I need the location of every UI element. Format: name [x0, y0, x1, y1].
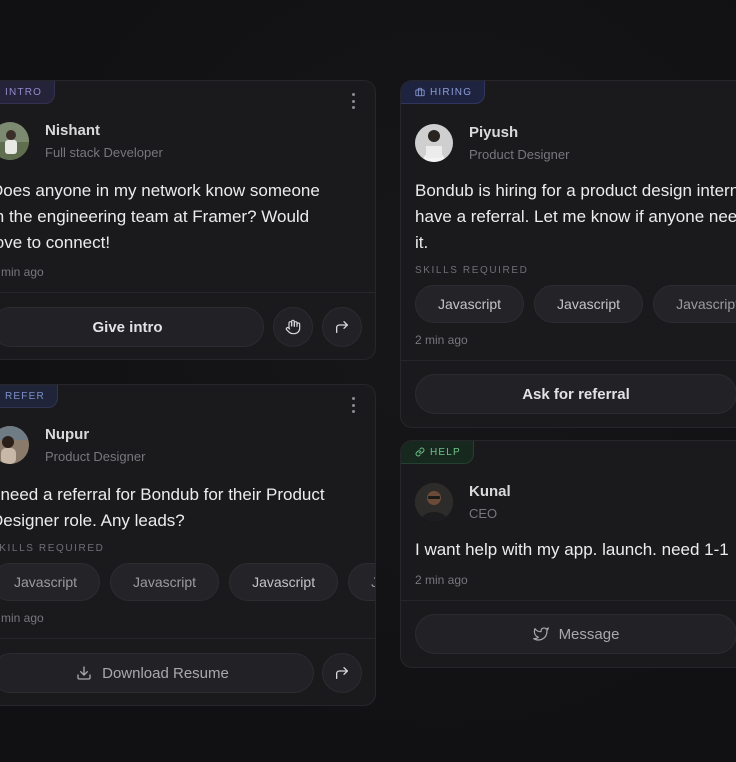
share-button[interactable]: [322, 307, 362, 347]
briefcase-icon: [415, 87, 425, 97]
divider: [401, 360, 736, 361]
share-button[interactable]: [322, 653, 362, 693]
message-label: Message: [558, 625, 620, 643]
give-intro-button[interactable]: Give intro: [0, 307, 264, 347]
divider: [0, 292, 375, 293]
help-author: Kunal CEO: [415, 483, 511, 521]
ask-for-referral-label: Ask for referral: [522, 385, 630, 403]
skill-chip[interactable]: Javascript: [653, 285, 736, 323]
post-timestamp: 2 min ago: [0, 265, 44, 279]
divider: [0, 638, 375, 639]
hiring-author: Piyush Product Designer: [415, 124, 569, 162]
author-role: Product Designer: [45, 449, 146, 464]
intro-card: INTRO Nishant Full stack Developer Does …: [0, 80, 376, 360]
skill-chip[interactable]: Javascript: [110, 563, 220, 601]
avatar[interactable]: [415, 483, 453, 521]
author-role: Full stack Developer: [45, 145, 163, 160]
author-name[interactable]: Nupur: [45, 426, 145, 443]
avatar[interactable]: [0, 426, 29, 464]
skills-label: SKILLS REQUIRED: [415, 265, 529, 276]
skills-list: Javascript Javascript Javascript: [415, 285, 736, 323]
hand-icon: [285, 319, 301, 335]
post-text: Does anyone in my network know someone i…: [0, 178, 320, 256]
avatar[interactable]: [0, 122, 29, 160]
intro-author: Nishant Full stack Developer: [0, 122, 163, 160]
download-resume-button[interactable]: Download Resume: [0, 653, 314, 693]
avatar[interactable]: [415, 124, 453, 162]
skills-label: SKILLS REQUIRED: [0, 543, 105, 554]
hiring-tag-label: HIRING: [430, 86, 473, 98]
post-text: I want help with my app. launch. need 1-…: [415, 537, 729, 563]
divider: [401, 600, 736, 601]
post-line: have a referral. Let me know if anyone n…: [415, 207, 736, 226]
post-text: I need a referral for Bondub for their P…: [0, 482, 325, 534]
refer-card: REFER Nupur Product Designer I need a re…: [0, 384, 376, 706]
hiring-tag: HIRING: [401, 81, 486, 104]
author-name[interactable]: Kunal: [469, 483, 511, 500]
post-line: in the engineering team at Framer? Would: [0, 207, 310, 226]
post-line: Bondub is hiring for a product design in…: [415, 181, 736, 200]
hiring-card: HIRING Piyush Product Designer Bondub is…: [400, 80, 736, 428]
post-line: Designer role. Any leads?: [0, 511, 185, 530]
author-name[interactable]: Piyush: [469, 124, 569, 141]
skill-chip[interactable]: Javascript: [0, 563, 101, 601]
author-role: CEO: [469, 506, 498, 521]
help-card: HELP Kunal CEO I want help with my app. …: [400, 440, 736, 668]
post-line: love to connect!: [0, 233, 111, 252]
refer-tag: REFER: [0, 385, 58, 408]
link-icon: [415, 447, 425, 457]
more-options-button[interactable]: [347, 93, 359, 109]
refer-tag-label: REFER: [5, 390, 45, 402]
intro-tag-label: INTRO: [5, 86, 43, 98]
share-arrow-icon: [336, 667, 348, 679]
post-line: I need a referral for Bondub for their P…: [0, 485, 325, 504]
skill-chip[interactable]: Javascript: [348, 563, 375, 601]
help-tag-label: HELP: [430, 446, 461, 458]
post-line: Does anyone in my network know someone: [0, 181, 320, 200]
refer-author: Nupur Product Designer: [0, 426, 145, 464]
skills-list: Javascript Javascript Javascript Javascr…: [0, 563, 375, 601]
intro-tag: INTRO: [0, 81, 56, 104]
post-timestamp: 2 min ago: [0, 611, 44, 625]
post-timestamp: 2 min ago: [415, 573, 468, 587]
skill-chip[interactable]: Javascript: [415, 285, 525, 323]
post-timestamp: 2 min ago: [415, 333, 468, 347]
ask-for-referral-button[interactable]: Ask for referral: [415, 374, 736, 414]
feed-canvas: INTRO Nishant Full stack Developer Does …: [0, 0, 736, 762]
download-icon: [77, 666, 91, 680]
share-arrow-icon: [336, 321, 348, 333]
twitter-icon: [532, 627, 549, 641]
download-resume-label: Download Resume: [102, 664, 229, 682]
post-line: it.: [415, 233, 429, 252]
give-intro-label: Give intro: [92, 318, 163, 336]
help-tag: HELP: [401, 441, 474, 464]
raise-hand-button[interactable]: [273, 307, 313, 347]
skill-chip[interactable]: Javascript: [229, 563, 339, 601]
author-name[interactable]: Nishant: [45, 122, 163, 139]
message-button[interactable]: Message: [415, 614, 736, 654]
author-role: Product Designer: [469, 147, 570, 162]
more-options-button[interactable]: [347, 397, 359, 413]
post-text: Bondub is hiring for a product design in…: [415, 178, 736, 256]
post-line: I want help with my app. launch. need 1-…: [415, 540, 729, 559]
skill-chip[interactable]: Javascript: [534, 285, 644, 323]
